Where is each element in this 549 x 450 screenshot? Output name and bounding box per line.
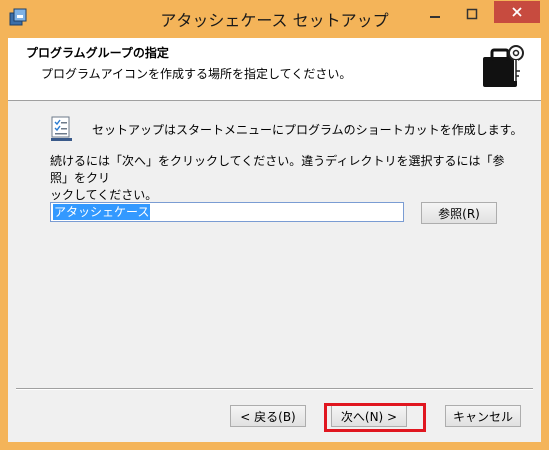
program-list-icon [51,116,72,141]
close-icon [512,7,522,17]
info-text: セットアップはスタートメニューにプログラムのショートカットを作成します。 [92,123,523,137]
browse-button[interactable]: 参照(R) [421,202,497,224]
setup-window: アタッシェケース セットアップ プログラムグループの指定 プログラムアイコンを作… [0,0,549,450]
dialog-client: プログラムグループの指定 プログラムアイコンを作成する場所を指定してください。 … [8,38,541,442]
instruction-text: 続けるには「次へ」をクリックしてください。違うディレクトリを選択するには「参照」… [50,153,505,204]
header-subtitle: プログラムアイコンを作成する場所を指定してください。 [41,67,352,81]
maximize-button[interactable] [457,0,487,28]
briefcase-key-icon [483,45,524,87]
close-button[interactable] [494,1,540,23]
next-button-highlight [324,403,426,432]
program-folder-value: アタッシェケース [53,204,151,220]
footer-separator [16,388,533,390]
minimize-button[interactable] [420,0,450,28]
header-title: プログラムグループの指定 [26,46,169,60]
minimize-icon [430,16,440,18]
program-folder-input[interactable]: アタッシェケース [50,202,404,222]
back-button[interactable]: < 戻る(B) [230,405,306,427]
cancel-button[interactable]: キャンセル [445,405,521,427]
wizard-header: プログラムグループの指定 プログラムアイコンを作成する場所を指定してください。 [8,38,541,101]
maximize-icon [466,8,478,20]
instruction-line-1: 続けるには「次へ」をクリックしてください。違うディレクトリを選択するには「参照」… [50,154,505,185]
title-bar[interactable]: アタッシェケース セットアップ [0,0,549,38]
